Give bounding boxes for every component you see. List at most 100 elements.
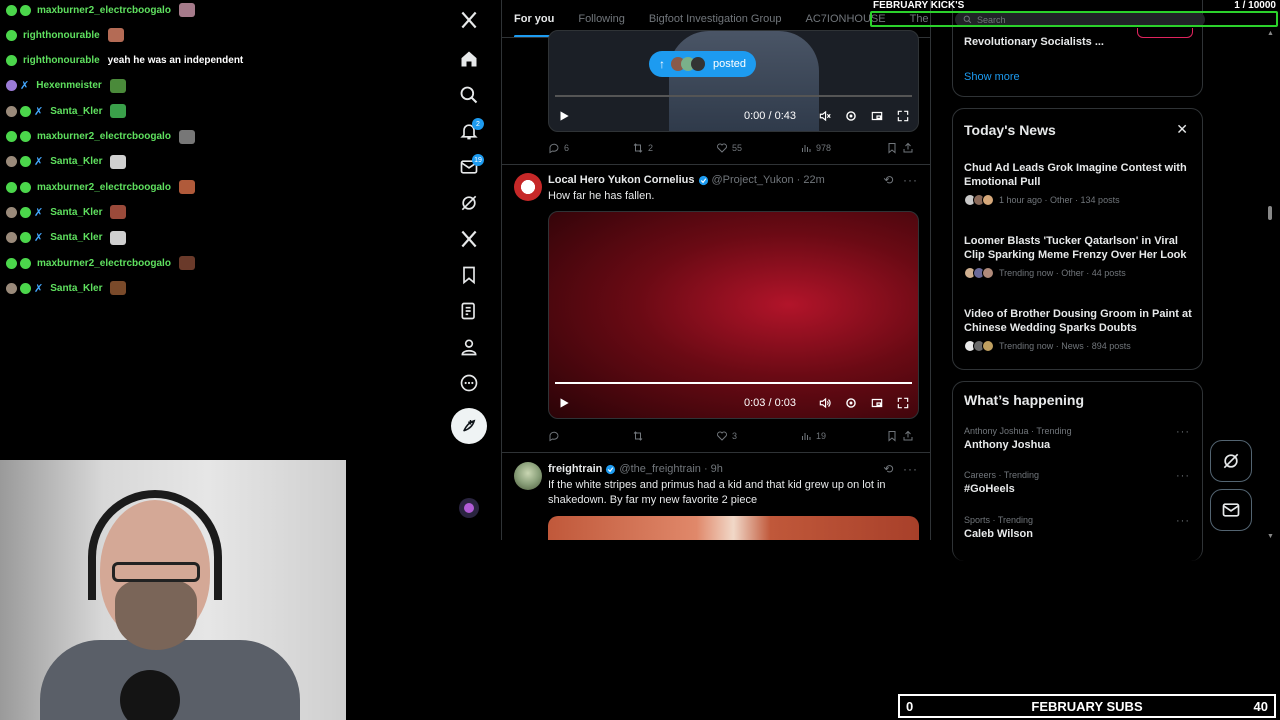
play-icon[interactable]	[557, 396, 571, 410]
news-meta: Trending now · News · 894 posts	[999, 341, 1131, 351]
post-avatar[interactable]	[514, 173, 542, 201]
compose-post-button[interactable]	[451, 408, 487, 444]
founder-badge-icon	[6, 232, 17, 244]
search-icon[interactable]	[450, 80, 488, 110]
new-posts-pill[interactable]: ↑ posted	[649, 51, 757, 77]
todays-news-card: Today's News ✕ Chud Ad Leads Grok Imagin…	[952, 108, 1203, 370]
trend-more-icon[interactable]: ···	[1176, 426, 1190, 438]
chat-username[interactable]: Santa_Kler	[50, 156, 102, 167]
notifications-icon[interactable]: 2	[450, 116, 488, 146]
show-more-link[interactable]: Show more	[964, 71, 1020, 83]
chat-message: ✗ Santa_Kler	[6, 229, 127, 247]
chat-emote	[110, 104, 127, 119]
x-logo-icon[interactable]	[450, 5, 488, 35]
reply-icon	[549, 143, 559, 154]
video-player[interactable]: 0:03 / 0:03	[548, 211, 919, 419]
fullscreen-icon[interactable]	[896, 396, 910, 410]
trend-more-icon[interactable]: ···	[1176, 470, 1190, 482]
close-icon[interactable]: ✕	[1176, 121, 1188, 138]
bookmark-button[interactable]	[886, 142, 902, 154]
chat-username[interactable]: righthonourable	[23, 30, 100, 41]
chat-emote	[178, 3, 195, 17]
chat-username[interactable]: Santa_Kler	[50, 106, 102, 117]
chat-username[interactable]: Santa_Kler	[50, 283, 102, 294]
trend-item[interactable]: Anthony Joshua · Trending Anthony Joshua ·…	[964, 426, 1202, 451]
home-icon[interactable]	[450, 44, 488, 74]
post-author-name[interactable]: freightrain	[548, 463, 602, 475]
chat-username[interactable]: righthonourable	[23, 55, 100, 66]
video-player[interactable]: ↑ posted 0:00 / 0:43	[548, 30, 919, 132]
bookmarks-icon[interactable]	[450, 260, 488, 290]
chat-username[interactable]: maxburner2_electrcboogalo	[37, 131, 171, 142]
premium-x-icon[interactable]	[450, 224, 488, 254]
post-actions: 3 19	[548, 428, 918, 444]
share-button[interactable]	[902, 430, 918, 442]
video-progress[interactable]	[555, 382, 912, 384]
reply-icon	[549, 431, 559, 442]
post-more-icon[interactable]: ⟲ ···	[883, 462, 918, 476]
video-progress[interactable]	[555, 95, 912, 97]
chat-username[interactable]: maxburner2_electrcboogalo	[37, 5, 171, 16]
messages-float-button[interactable]	[1210, 489, 1252, 531]
pip-icon[interactable]	[870, 109, 884, 123]
profile-icon[interactable]	[450, 332, 488, 362]
play-icon[interactable]	[557, 109, 571, 123]
verified-badge-icon	[698, 175, 708, 185]
trend-item[interactable]: Sports · Trending Caleb Wilson ···	[964, 515, 1202, 540]
views-icon	[802, 145, 811, 152]
more-icon[interactable]	[450, 368, 488, 398]
chat-username[interactable]: Santa_Kler	[50, 232, 102, 243]
like-button[interactable]: 55	[716, 142, 800, 154]
fullscreen-icon[interactable]	[896, 109, 910, 123]
subscriber-badge-icon	[6, 257, 17, 269]
pip-icon[interactable]	[870, 396, 884, 410]
news-item[interactable]: Chud Ad Leads Grok Imagine Contest with …	[964, 161, 1192, 206]
account-avatar[interactable]	[459, 498, 479, 518]
articles-icon[interactable]	[450, 296, 488, 326]
views-button[interactable]: 19	[800, 430, 884, 442]
post-author-name[interactable]: Local Hero Yukon Cornelius	[548, 174, 695, 186]
scroll-down-icon[interactable]: ▼	[1267, 533, 1274, 540]
volume-icon[interactable]	[818, 396, 832, 410]
verified-badge-icon	[606, 464, 616, 474]
repost-button[interactable]	[632, 430, 716, 442]
news-meta: 1 hour ago · Other · 134 posts	[999, 195, 1120, 205]
chat-username[interactable]: Hexenmeister	[36, 80, 102, 91]
reply-button[interactable]: 6	[548, 142, 632, 154]
post-more-icon[interactable]: ⟲ ···	[883, 173, 918, 187]
page-scrollbar[interactable]: ▲ ▼	[1266, 30, 1274, 540]
grok-icon[interactable]	[450, 188, 488, 218]
news-title: Chud Ad Leads Grok Imagine Contest with …	[964, 162, 1187, 188]
trend-item[interactable]: Careers · Trending #GoHeels ···	[964, 470, 1202, 495]
chat-username[interactable]: maxburner2_electrcboogalo	[37, 258, 171, 269]
like-button[interactable]: 3	[716, 430, 800, 442]
news-item[interactable]: Loomer Blasts 'Tucker Qatarlson' in Vira…	[964, 234, 1192, 279]
settings-gear-icon[interactable]	[844, 396, 858, 410]
repost-button[interactable]: 2	[632, 142, 716, 154]
post-media-image[interactable]	[548, 516, 919, 540]
trending-item[interactable]: Revolutionary Socialists ...	[964, 36, 1104, 48]
webcam-overlay	[0, 460, 346, 720]
post-text: If the white stripes and primus had a ki…	[548, 479, 886, 506]
subscriber-badge-icon	[6, 29, 17, 41]
mute-icon[interactable]	[818, 109, 832, 123]
subs-goal-label: FEBRUARY SUBS	[1031, 698, 1143, 714]
chat-emote	[110, 230, 127, 245]
bookmark-button[interactable]	[886, 430, 902, 442]
scroll-thumb[interactable]	[1268, 206, 1272, 220]
views-button[interactable]: 978	[800, 142, 884, 154]
sword-badge-icon: ✗	[20, 80, 30, 93]
trend-more-icon[interactable]: ···	[1176, 515, 1190, 527]
settings-gear-icon[interactable]	[844, 109, 858, 123]
post-avatar[interactable]	[514, 462, 542, 490]
share-button[interactable]	[902, 142, 918, 154]
scroll-up-icon[interactable]: ▲	[1267, 30, 1274, 37]
subscriber-badge-icon	[20, 4, 31, 16]
grok-float-button[interactable]	[1210, 440, 1252, 482]
chat-username[interactable]: Santa_Kler	[50, 207, 102, 218]
chat-username[interactable]: maxburner2_electrcboogalo	[37, 182, 171, 193]
messages-icon[interactable]: 19	[450, 152, 488, 182]
reply-button[interactable]	[548, 430, 632, 442]
chat-message: maxburner2_electrcboogalo	[6, 128, 195, 146]
news-item[interactable]: Video of Brother Dousing Groom in Paint …	[964, 307, 1192, 352]
